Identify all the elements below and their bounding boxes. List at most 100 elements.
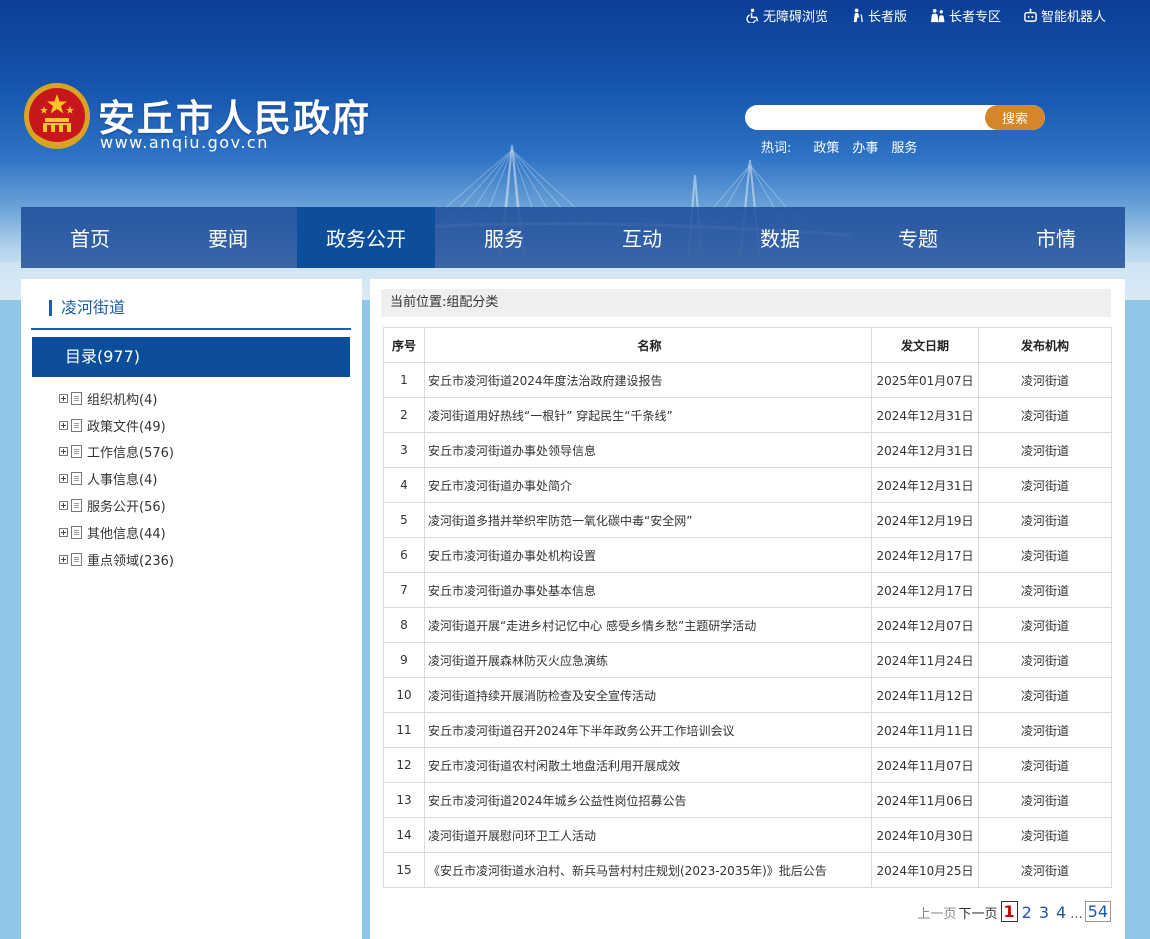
tree-item-label: 工作信息(576) [87, 446, 174, 462]
elder-version-link[interactable]: 长者版 [850, 6, 907, 25]
document-icon [71, 472, 82, 486]
row-number: 13 [383, 782, 425, 818]
table-row: 4 安丘市凌河街道办事处简介 2024年12月31日 凌河街道 [383, 467, 1112, 503]
nav-item-data[interactable]: 数据 [711, 207, 849, 268]
row-title-link[interactable]: 凌河街道用好热线“一根针” 穿起民生“千条线” [424, 397, 872, 433]
expand-plus-icon[interactable] [59, 447, 68, 457]
nav-item-home[interactable]: 首页 [21, 207, 159, 268]
tree-item-organization[interactable]: 组织机构(4) [59, 385, 174, 412]
row-org: 凌河街道 [978, 467, 1112, 503]
nav-item-service[interactable]: 服务 [435, 207, 573, 268]
main-nav: 首页 要闻 政务公开 服务 互动 数据 专题 市情 [21, 207, 1125, 268]
table-row: 8 凌河街道开展“走进乡村记忆中心 感受乡情乡愁”主题研学活动 2024年12月07… [383, 607, 1112, 643]
robot-link[interactable]: 智能机器人 [1023, 6, 1106, 25]
tree-item-other-info[interactable]: 其他信息(44) [59, 519, 174, 546]
row-date: 2024年11月11日 [871, 712, 979, 748]
table-row: 10 凌河街道持续开展消防检查及安全宣传活动 2024年11月12日 凌河街道 [383, 677, 1112, 713]
row-title-link[interactable]: 安丘市凌河街道办事处领导信息 [424, 432, 872, 468]
row-org: 凌河街道 [978, 537, 1112, 573]
catalog-header[interactable]: 目录(977) [32, 337, 350, 377]
nav-item-gov-affairs[interactable]: 政务公开 [297, 207, 435, 268]
elder-zone-link[interactable]: 长者专区 [929, 6, 1001, 25]
row-number: 7 [383, 572, 425, 608]
breadcrumb-prefix: 当前位置: [390, 295, 447, 310]
row-title-link[interactable]: 安丘市凌河街道2024年度法治政府建设报告 [424, 362, 872, 398]
table-row: 2 凌河街道用好热线“一根针” 穿起民生“千条线” 2024年12月31日 凌河街道 [383, 397, 1112, 433]
row-date: 2024年11月12日 [871, 677, 979, 713]
row-number: 8 [383, 607, 425, 643]
tree-item-label: 组织机构(4) [87, 392, 158, 408]
expand-plus-icon[interactable] [59, 393, 68, 403]
row-number: 10 [383, 677, 425, 713]
row-date: 2024年12月31日 [871, 432, 979, 468]
row-date: 2024年12月17日 [871, 537, 979, 573]
expand-plus-icon[interactable] [59, 501, 68, 511]
page-link-2[interactable]: 2 [1019, 903, 1035, 922]
nav-item-news[interactable]: 要闻 [159, 207, 297, 268]
tree-item-key-areas[interactable]: 重点领域(236) [59, 546, 174, 573]
nav-item-city-info[interactable]: 市情 [987, 207, 1125, 268]
row-title-link[interactable]: 凌河街道开展慰问环卫工人活动 [424, 817, 872, 853]
row-org: 凌河街道 [978, 642, 1112, 678]
row-title-link[interactable]: 安丘市凌河街道2024年城乡公益性岗位招募公告 [424, 782, 872, 818]
elder-group-icon [930, 8, 945, 23]
row-title-link[interactable]: 安丘市凌河街道农村闲散土地盘活利用开展成效 [424, 747, 872, 783]
row-org: 凌河街道 [978, 677, 1112, 713]
search-input[interactable] [745, 105, 983, 130]
row-title-link[interactable]: 安丘市凌河街道召开2024年下半年政务公开工作培训会议 [424, 712, 872, 748]
expand-plus-icon[interactable] [59, 527, 68, 537]
row-title-link[interactable]: 凌河街道开展森林防灭火应急演练 [424, 642, 872, 678]
row-date: 2024年11月24日 [871, 642, 979, 678]
tree-item-label: 其他信息(44) [87, 526, 166, 542]
row-date: 2024年10月25日 [871, 852, 979, 888]
document-icon [71, 525, 82, 539]
row-org: 凌河街道 [978, 747, 1112, 783]
pagination: 上一页 下一页 1 2 3 4 ... 54 [918, 901, 1111, 922]
national-emblem-logo[interactable] [21, 80, 93, 156]
row-title-link[interactable]: 凌河街道持续开展消防检查及安全宣传活动 [424, 677, 872, 713]
document-icon [71, 499, 82, 513]
search-box: 搜索 [745, 105, 1045, 130]
row-title-link[interactable]: 凌河街道开展“走进乡村记忆中心 感受乡情乡愁”主题研学活动 [424, 607, 872, 643]
row-number: 12 [383, 747, 425, 783]
next-page-link[interactable]: 下一页 [959, 903, 998, 922]
row-title-link[interactable]: 安丘市凌河街道办事处基本信息 [424, 572, 872, 608]
row-org: 凌河街道 [978, 852, 1112, 888]
document-icon [71, 391, 82, 405]
document-icon [71, 418, 82, 432]
sidebar-divider [31, 328, 351, 330]
page-link-4[interactable]: 4 [1053, 903, 1069, 922]
expand-plus-icon[interactable] [59, 474, 68, 484]
expand-plus-icon[interactable] [59, 554, 68, 564]
expand-plus-icon[interactable] [59, 420, 68, 430]
table-row: 6 安丘市凌河街道办事处机构设置 2024年12月17日 凌河街道 [383, 537, 1112, 573]
tree-item-policy-files[interactable]: 政策文件(49) [59, 412, 174, 439]
nav-item-topics[interactable]: 专题 [849, 207, 987, 268]
elder-icon [853, 8, 863, 23]
row-number: 14 [383, 817, 425, 853]
tree-item-work-info[interactable]: 工作信息(576) [59, 439, 174, 466]
row-title-link[interactable]: 安丘市凌河街道办事处简介 [424, 467, 872, 503]
accessibility-link[interactable]: 无障碍浏览 [745, 6, 828, 25]
row-date: 2024年12月31日 [871, 467, 979, 503]
breadcrumb-current[interactable]: 组配分类 [446, 295, 498, 310]
hot-word-service[interactable]: 服务 [891, 137, 917, 156]
hot-word-affairs[interactable]: 办事 [852, 137, 878, 156]
table-row: 15 《安丘市凌河街道水泊村、新兵马营村村庄规划(2023-2035年)》批后公告… [383, 852, 1112, 888]
row-number: 5 [383, 502, 425, 538]
last-page-link[interactable]: 54 [1084, 901, 1111, 922]
nav-item-interaction[interactable]: 互动 [573, 207, 711, 268]
row-date: 2024年12月31日 [871, 397, 979, 433]
search-button[interactable]: 搜索 [985, 105, 1045, 130]
site-url: www.anqiu.gov.cn [100, 133, 269, 152]
row-title-link[interactable]: 《安丘市凌河街道水泊村、新兵马营村村庄规划(2023-2035年)》批后公告 [424, 852, 872, 888]
document-icon [71, 552, 82, 566]
tree-item-personnel-info[interactable]: 人事信息(4) [59, 465, 174, 492]
breadcrumb: 当前位置:组配分类 [381, 289, 1111, 317]
tree-item-service-disclosure[interactable]: 服务公开(56) [59, 492, 174, 519]
row-org: 凌河街道 [978, 502, 1112, 538]
row-title-link[interactable]: 凌河街道多措并举织牢防范一氧化碳中毒“安全网” [424, 502, 872, 538]
page-link-3[interactable]: 3 [1036, 903, 1052, 922]
row-title-link[interactable]: 安丘市凌河街道办事处机构设置 [424, 537, 872, 573]
hot-word-policy[interactable]: 政策 [813, 137, 839, 156]
